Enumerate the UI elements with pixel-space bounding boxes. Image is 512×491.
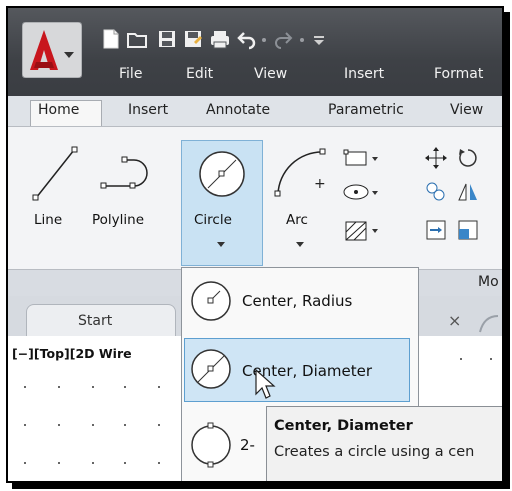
app-window: File Edit View Insert Format Home Insert…: [6, 6, 504, 483]
tab-view[interactable]: View: [450, 102, 483, 118]
rectangle-icon[interactable]: [340, 146, 380, 170]
grid-dot: [124, 462, 126, 464]
grid-dot: [24, 386, 26, 388]
circle-icon: [196, 148, 248, 200]
viewport-controls-label[interactable]: [−][Top][2D Wire: [12, 346, 182, 361]
arc-tool-label[interactable]: Arc: [286, 212, 308, 228]
polyline-tool-label[interactable]: Polyline: [92, 212, 144, 228]
customize-toolbar-icon[interactable]: [312, 28, 326, 50]
arc-dropdown-arrow-icon[interactable]: [294, 234, 306, 247]
grid-dot: [158, 462, 160, 464]
grid-dot: [92, 424, 94, 426]
tab-annotate[interactable]: Annotate: [206, 102, 270, 118]
grid-dot: [24, 424, 26, 426]
tab-insert[interactable]: Insert: [128, 102, 168, 118]
autocad-logo-icon: [21, 21, 83, 79]
mirror-icon[interactable]: [456, 180, 480, 204]
undo-icon[interactable]: [236, 28, 258, 50]
open-folder-icon[interactable]: [126, 28, 148, 50]
grid-dot: [124, 424, 126, 426]
line-tool-label[interactable]: Line: [34, 212, 62, 228]
two-point-label: 2-: [240, 436, 255, 454]
modify-panel-title[interactable]: Mo: [478, 274, 499, 290]
redo-icon[interactable]: [272, 28, 294, 50]
close-tab-icon[interactable]: ×: [448, 311, 461, 330]
start-tab-label[interactable]: Start: [78, 313, 112, 329]
grid-dot: [92, 386, 94, 388]
circle-dropdown-arrow-icon: [215, 234, 227, 247]
mouse-cursor-icon: [254, 368, 276, 400]
new-tab-icon[interactable]: [478, 312, 502, 336]
svg-text:+: +: [314, 176, 326, 192]
menu-insert[interactable]: Insert: [344, 66, 384, 82]
grid-dot: [58, 462, 60, 464]
hatch-icon[interactable]: [340, 218, 380, 244]
scale-icon[interactable]: [456, 218, 480, 242]
center-radius-icon: [188, 278, 234, 324]
stretch-icon[interactable]: [424, 218, 448, 242]
tooltip-title: Center, Diameter: [274, 418, 413, 434]
menu-format[interactable]: Format: [434, 66, 483, 82]
ellipse-icon[interactable]: [340, 180, 380, 204]
tooltip-description: Creates a circle using a cen: [274, 444, 475, 460]
save-icon[interactable]: [156, 28, 178, 50]
plot-icon[interactable]: [208, 28, 230, 50]
two-point-circle-icon: [188, 420, 234, 470]
title-bar: [8, 8, 502, 96]
circle-tool-label: Circle: [194, 212, 232, 228]
redo-dropdown-icon[interactable]: [296, 28, 308, 50]
move-icon[interactable]: [424, 146, 448, 170]
grid-dot: [58, 386, 60, 388]
line-icon[interactable]: [26, 140, 86, 206]
grid-dot: [158, 386, 160, 388]
grid-dot: [24, 462, 26, 464]
tab-parametric[interactable]: Parametric: [328, 102, 404, 118]
grid-dot: [124, 386, 126, 388]
grid-dot: [58, 424, 60, 426]
grid-dot: [158, 424, 160, 426]
menu-file[interactable]: File: [119, 66, 142, 82]
arc-icon[interactable]: +: [270, 144, 334, 206]
rotate-icon[interactable]: [456, 146, 480, 170]
center-diameter-icon: [188, 346, 234, 392]
grid-dot: [490, 358, 492, 360]
new-file-icon[interactable]: [100, 28, 122, 50]
save-as-icon[interactable]: [182, 28, 204, 50]
undo-dropdown-icon[interactable]: [258, 28, 270, 50]
menu-view[interactable]: View: [254, 66, 287, 82]
copy-icon[interactable]: [424, 180, 448, 204]
grid-dot: [92, 462, 94, 464]
polyline-icon[interactable]: [90, 144, 164, 206]
tab-home[interactable]: Home: [38, 102, 79, 118]
center-radius-label: Center, Radius: [242, 292, 353, 310]
grid-dot: [460, 358, 462, 360]
application-menu-button[interactable]: [21, 21, 83, 79]
menu-edit[interactable]: Edit: [186, 66, 213, 82]
